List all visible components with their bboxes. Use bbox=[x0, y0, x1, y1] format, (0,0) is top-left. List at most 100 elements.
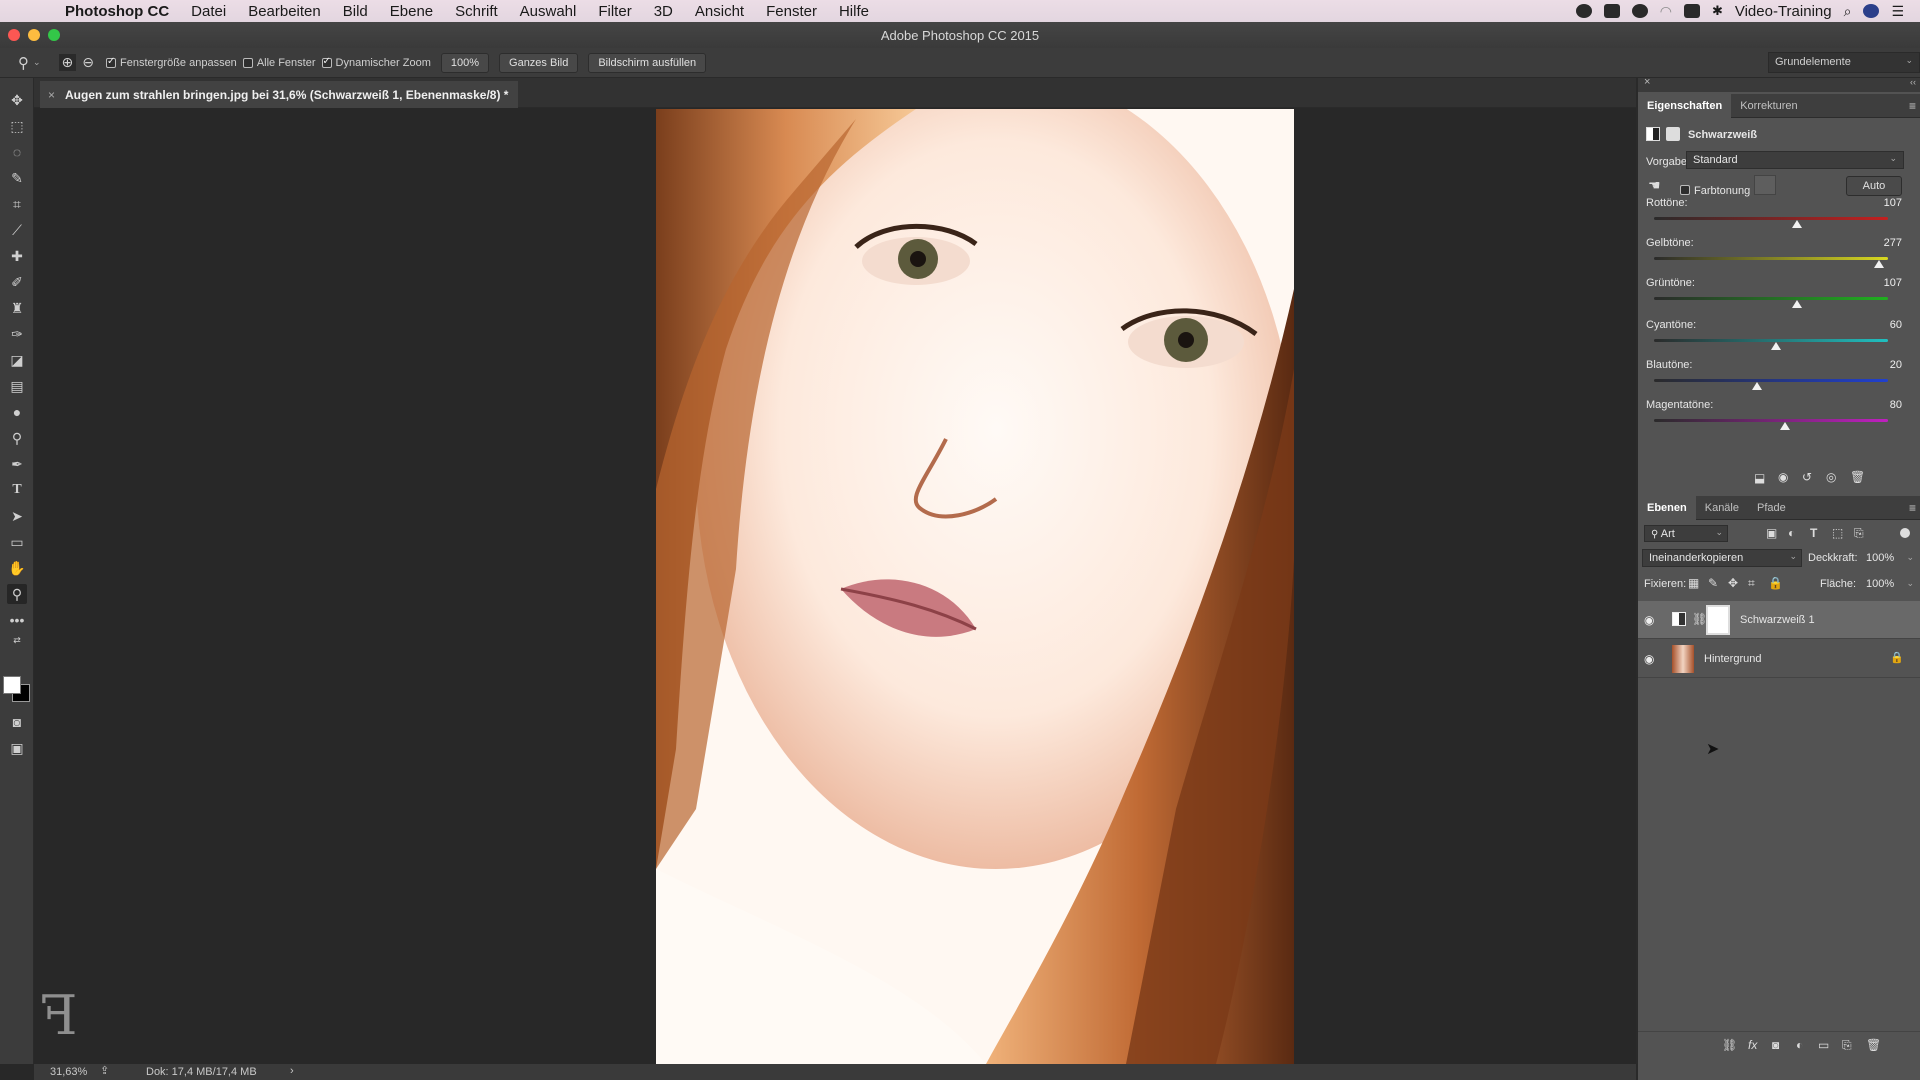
slider-thumb[interactable] bbox=[1791, 300, 1802, 308]
properties-menu-icon[interactable]: ≡ bbox=[1909, 99, 1916, 113]
slider-thumb[interactable] bbox=[1873, 260, 1884, 268]
slider-thumb[interactable] bbox=[1751, 382, 1762, 390]
blend-mode-dropdown[interactable]: Ineinanderkopieren ⌄ bbox=[1642, 549, 1802, 567]
hand-tool-icon[interactable]: ✋ bbox=[7, 558, 27, 578]
fill-screen-button[interactable]: Bildschirm ausfüllen bbox=[588, 52, 707, 73]
slider-track[interactable] bbox=[1654, 297, 1888, 300]
layer-visibility-eye-icon[interactable]: ◉ bbox=[1644, 652, 1654, 666]
layer-name-bw[interactable]: Schwarzweiß 1 bbox=[1740, 614, 1815, 626]
fit-window-option[interactable]: Fenstergröße anpassen bbox=[106, 56, 237, 69]
slider-track[interactable] bbox=[1654, 217, 1888, 220]
filter-shape-icon[interactable]: ⬚ bbox=[1832, 526, 1843, 540]
rectangle-tool-icon[interactable]: ▭ bbox=[7, 532, 27, 552]
adjustment-layer-icon[interactable] bbox=[1646, 127, 1660, 141]
canvas-area[interactable]: ꟻ bbox=[34, 108, 1636, 1064]
zoom-window-icon[interactable] bbox=[48, 29, 60, 41]
menu-ansicht[interactable]: Ansicht bbox=[684, 3, 755, 20]
all-windows-checkbox[interactable] bbox=[242, 57, 253, 68]
layer-row-background[interactable]: ◉ Hintergrund 🔒 bbox=[1638, 640, 1920, 678]
menu-datei[interactable]: Datei bbox=[180, 3, 237, 20]
zoom-in-icon[interactable]: ⊕ bbox=[58, 54, 77, 71]
tab-paths[interactable]: Pfade bbox=[1748, 496, 1795, 520]
filter-adjustment-icon[interactable]: ◐ bbox=[1788, 526, 1795, 540]
spotlight-icon[interactable]: ⌕ bbox=[1844, 3, 1852, 20]
layer-name-background[interactable]: Hintergrund bbox=[1704, 653, 1761, 665]
filter-smart-object-icon[interactable]: ⎘ bbox=[1854, 526, 1864, 541]
gradient-tool-icon[interactable]: ▤ bbox=[7, 376, 27, 396]
slider-value[interactable]: 277 bbox=[1866, 237, 1902, 249]
zoom-100-button[interactable]: 100% bbox=[440, 52, 490, 73]
slider-thumb[interactable] bbox=[1780, 422, 1791, 430]
document-tab[interactable]: × Augen zum strahlen bringen.jpg bei 31,… bbox=[40, 81, 518, 108]
lock-artboard-icon[interactable]: ⌗ bbox=[1748, 576, 1755, 591]
chevron-right-icon[interactable]: › bbox=[290, 1065, 294, 1077]
share-icon[interactable]: ⇪ bbox=[100, 1064, 109, 1077]
lock-position-icon[interactable]: ✥ bbox=[1728, 576, 1738, 590]
lock-pixels-icon[interactable]: ✎ bbox=[1708, 576, 1718, 590]
auto-button[interactable]: Auto bbox=[1846, 176, 1902, 196]
menu-ebene[interactable]: Ebene bbox=[379, 3, 444, 20]
tab-layers[interactable]: Ebenen bbox=[1638, 495, 1696, 520]
dodge-tool-icon[interactable]: ⚲ bbox=[7, 428, 27, 448]
close-window-icon[interactable] bbox=[8, 29, 20, 41]
bluetooth-icon[interactable]: ✱ bbox=[1712, 3, 1723, 19]
pen-tool-icon[interactable]: ✒ bbox=[7, 454, 27, 474]
fx-icon[interactable]: fx bbox=[1748, 1038, 1757, 1052]
menu-hilfe[interactable]: Hilfe bbox=[828, 3, 880, 20]
more-tools-icon[interactable]: ••• bbox=[7, 610, 27, 630]
status-zoom[interactable]: 31,63% bbox=[50, 1066, 87, 1078]
visibility-eye-icon[interactable]: ◎ bbox=[1826, 470, 1836, 484]
fit-window-checkbox[interactable] bbox=[106, 56, 117, 68]
filter-pixel-icon[interactable]: ▣ bbox=[1766, 526, 1777, 540]
opacity-value[interactable]: 100% bbox=[1866, 552, 1894, 564]
filter-toggle-icon[interactable] bbox=[1900, 528, 1910, 538]
opacity-chevron-icon[interactable]: ⌄ bbox=[1906, 552, 1914, 563]
dynamic-zoom-option[interactable]: Dynamischer Zoom bbox=[321, 56, 431, 69]
lock-all-icon[interactable]: 🔒 bbox=[1768, 576, 1783, 590]
menu-bearbeiten[interactable]: Bearbeiten bbox=[237, 3, 332, 20]
tab-channels[interactable]: Kanäle bbox=[1696, 496, 1748, 520]
fill-chevron-icon[interactable]: ⌄ bbox=[1906, 578, 1914, 589]
record-icon[interactable] bbox=[1575, 4, 1592, 18]
add-mask-icon[interactable]: ◙ bbox=[1772, 1038, 1779, 1052]
slider-track[interactable] bbox=[1654, 257, 1888, 260]
slider-value[interactable]: 107 bbox=[1866, 197, 1902, 209]
slider-value[interactable]: 20 bbox=[1866, 359, 1902, 371]
tint-color-swatch[interactable] bbox=[1754, 175, 1776, 195]
new-adjustment-icon[interactable]: ◐ bbox=[1796, 1038, 1803, 1052]
quick-selection-tool-icon[interactable]: ✎ bbox=[7, 168, 27, 188]
layers-menu-icon[interactable]: ≡ bbox=[1909, 501, 1916, 515]
slider-track[interactable] bbox=[1654, 419, 1888, 422]
lasso-tool-icon[interactable]: ◌ bbox=[7, 142, 27, 162]
delete-layer-icon[interactable]: 🗑 bbox=[1866, 1038, 1881, 1052]
stamp-tool-icon[interactable]: ♜ bbox=[7, 298, 27, 318]
zoom-tool-selected-icon[interactable]: ⚲ bbox=[7, 584, 27, 604]
zoom-out-icon[interactable]: ⊖ bbox=[82, 54, 94, 71]
tab-properties[interactable]: Eigenschaften bbox=[1638, 93, 1732, 118]
screen-mode-icon[interactable]: ▣ bbox=[7, 738, 27, 758]
siri-icon[interactable] bbox=[1863, 4, 1880, 18]
sync-icon[interactable] bbox=[1631, 4, 1648, 18]
tool-preset-chevron-icon[interactable]: ⌄ bbox=[33, 57, 41, 68]
fill-value[interactable]: 100% bbox=[1866, 578, 1894, 590]
menu-schrift[interactable]: Schrift bbox=[444, 3, 509, 20]
dynamic-zoom-checkbox[interactable] bbox=[321, 56, 332, 68]
creative-cloud-icon[interactable] bbox=[1603, 4, 1620, 18]
path-selection-tool-icon[interactable]: ➤ bbox=[7, 506, 27, 526]
slider-track[interactable] bbox=[1654, 379, 1888, 382]
filter-type-icon[interactable]: T bbox=[1810, 526, 1817, 540]
close-document-icon[interactable]: × bbox=[48, 88, 55, 102]
tint-checkbox[interactable] bbox=[1680, 184, 1690, 195]
clip-to-layer-icon[interactable]: ⬓ bbox=[1754, 471, 1765, 485]
layer-filter-dropdown[interactable]: ⚲ Art ⌄ bbox=[1644, 525, 1728, 542]
workspace-selector[interactable]: Grundelemente ⌄ bbox=[1768, 52, 1920, 73]
slider-value[interactable]: 107 bbox=[1866, 277, 1902, 289]
history-brush-tool-icon[interactable]: ✑ bbox=[7, 324, 27, 344]
quick-mask-icon[interactable]: ◙ bbox=[7, 712, 27, 732]
swap-colors-icon[interactable]: ⇄ bbox=[7, 630, 27, 650]
foreground-color-swatch[interactable] bbox=[3, 676, 21, 694]
fit-screen-button[interactable]: Ganzes Bild bbox=[499, 52, 579, 73]
wifi-icon[interactable]: ◠ bbox=[1660, 3, 1672, 20]
layer-mask-icon[interactable] bbox=[1666, 127, 1680, 141]
reset-icon[interactable]: ↺ bbox=[1802, 470, 1812, 484]
